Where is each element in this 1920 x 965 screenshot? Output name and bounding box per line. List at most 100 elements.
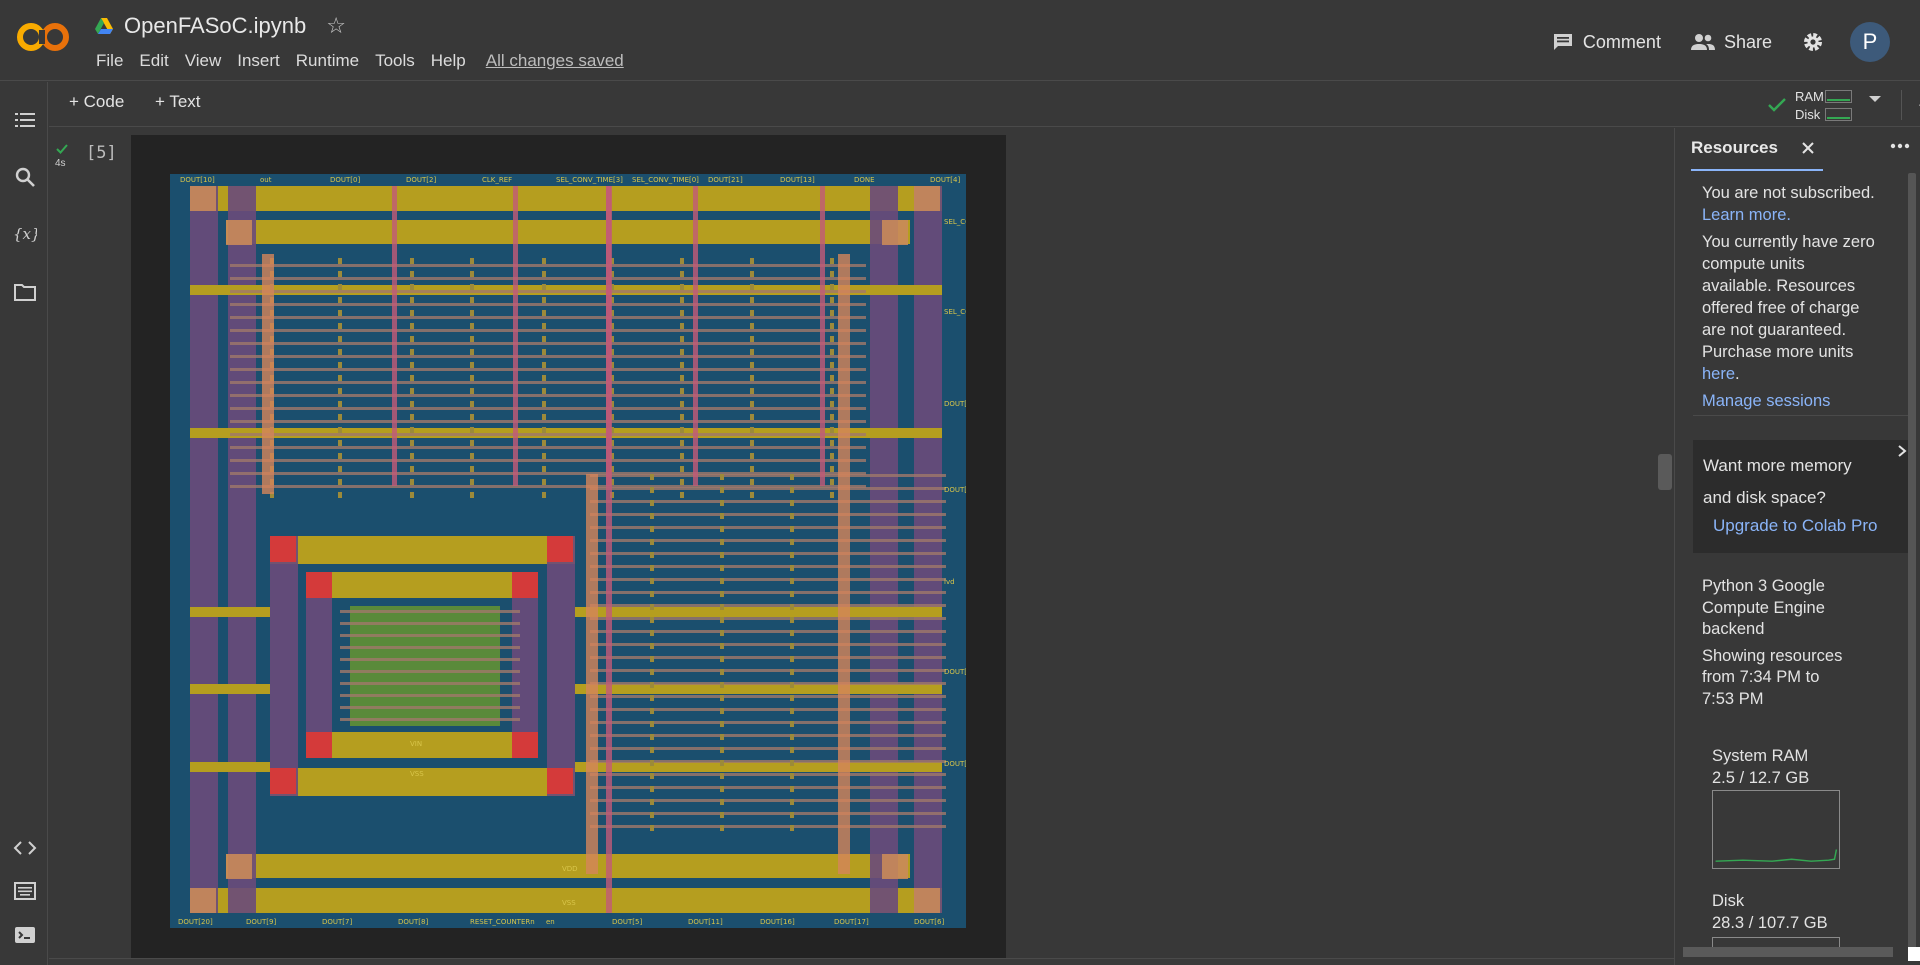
folder-icon[interactable] <box>13 280 37 304</box>
via <box>338 427 342 433</box>
via <box>542 336 546 342</box>
ram-title: System RAM <box>1712 747 1809 765</box>
via <box>720 487 724 493</box>
share-button[interactable]: Share <box>1690 32 1772 53</box>
comment-button[interactable]: Comment <box>1552 32 1661 53</box>
via <box>410 310 414 316</box>
via <box>680 479 684 485</box>
side-panel-scrollbar[interactable] <box>1908 173 1916 953</box>
code-snippets-icon[interactable] <box>13 836 37 860</box>
main-scrollbar[interactable] <box>1658 454 1672 490</box>
via <box>790 825 794 831</box>
via <box>720 500 724 506</box>
close-icon[interactable] <box>1801 141 1815 155</box>
zero-units-text-2: compute units <box>1702 255 1805 273</box>
via <box>750 258 754 264</box>
star-icon[interactable]: ☆ <box>326 13 346 39</box>
via <box>410 479 414 485</box>
run-success-icon[interactable] <box>55 142 69 156</box>
horizontal-scrollbar[interactable] <box>49 958 1919 965</box>
here-link[interactable]: here <box>1702 365 1735 383</box>
via <box>750 440 754 446</box>
zero-units-text-1: You currently have zero <box>1702 233 1875 251</box>
via <box>830 414 834 420</box>
routing-line <box>590 474 946 477</box>
via <box>338 466 342 472</box>
via <box>410 323 414 329</box>
corner-pad <box>882 220 908 245</box>
routing-line <box>590 513 946 516</box>
tab-resources[interactable]: Resources <box>1691 138 1778 158</box>
via <box>790 526 794 532</box>
via <box>470 401 474 407</box>
add-code-button[interactable]: + Code <box>69 92 124 112</box>
right-pin-label: DOUT[1] <box>944 486 966 494</box>
table-of-contents-icon[interactable] <box>13 108 37 132</box>
routing-line <box>590 552 946 555</box>
google-drive-icon[interactable] <box>94 17 114 35</box>
execution-time: 4s <box>55 158 66 169</box>
routing-line <box>230 420 866 423</box>
top-pin-label: SEL_CONV_TIME[0] <box>632 176 699 184</box>
add-text-button[interactable]: + Text <box>155 92 201 112</box>
via <box>680 414 684 420</box>
via <box>410 440 414 446</box>
via <box>470 323 474 329</box>
routing-line <box>230 316 866 319</box>
contact-column <box>838 254 850 494</box>
notebook-title[interactable]: OpenFASoC.ipynb <box>124 13 306 39</box>
menu-runtime[interactable]: Runtime <box>288 51 367 71</box>
right-pin-label: lvd <box>944 578 955 586</box>
promo-line-1: Want more memory <box>1703 456 1852 475</box>
command-palette-icon[interactable] <box>13 879 37 903</box>
menu-insert[interactable]: Insert <box>229 51 288 71</box>
avatar[interactable]: P <box>1850 22 1890 62</box>
manage-sessions-link[interactable]: Manage sessions <box>1702 390 1902 412</box>
gear-icon[interactable] <box>1802 31 1824 53</box>
routing-line <box>590 487 946 490</box>
learn-more-link[interactable]: Learn more. <box>1702 204 1902 226</box>
top-pin-label: DOUT[10] <box>180 176 215 184</box>
save-status[interactable]: All changes saved <box>478 51 632 71</box>
bottom-pin-label: en <box>546 918 555 926</box>
via <box>410 362 414 368</box>
via <box>650 708 654 714</box>
routing-line <box>340 646 520 649</box>
variables-icon[interactable]: {x} <box>13 222 37 246</box>
routing-line <box>230 459 866 462</box>
via <box>470 453 474 459</box>
via <box>542 440 546 446</box>
menu-help[interactable]: Help <box>423 51 474 71</box>
chevron-down-icon[interactable] <box>1869 96 1881 102</box>
upgrade-link[interactable]: Upgrade to Colab Pro <box>1713 516 1877 536</box>
menu-edit[interactable]: Edit <box>131 51 176 71</box>
routing-line <box>590 708 946 711</box>
via <box>410 453 414 459</box>
routing-line <box>590 812 946 815</box>
subscription-info: You are not subscribed. Learn more. You … <box>1702 182 1902 412</box>
menu-view[interactable]: View <box>177 51 230 71</box>
via <box>720 747 724 753</box>
routing-line <box>230 329 866 332</box>
people-icon <box>1690 34 1715 50</box>
right-pin-label: SEL_CONV_T <box>944 308 966 316</box>
side-horizontal-scrollbar[interactable] <box>1683 947 1893 957</box>
via <box>542 388 546 394</box>
routing-line <box>340 610 520 613</box>
menu-tools[interactable]: Tools <box>367 51 423 71</box>
routing-line <box>230 446 866 449</box>
via <box>750 388 754 394</box>
terminal-icon[interactable] <box>13 923 37 947</box>
resource-indicator[interactable]: RAM Disk <box>1767 87 1857 123</box>
via <box>410 271 414 277</box>
via <box>830 284 834 290</box>
via <box>790 591 794 597</box>
colab-logo[interactable] <box>17 20 71 54</box>
search-icon[interactable] <box>13 165 37 189</box>
menu-file[interactable]: File <box>88 51 131 71</box>
via <box>650 656 654 662</box>
chevron-right-icon[interactable] <box>1896 444 1908 458</box>
more-options-icon[interactable] <box>1889 138 1911 160</box>
via <box>470 440 474 446</box>
via <box>542 375 546 381</box>
